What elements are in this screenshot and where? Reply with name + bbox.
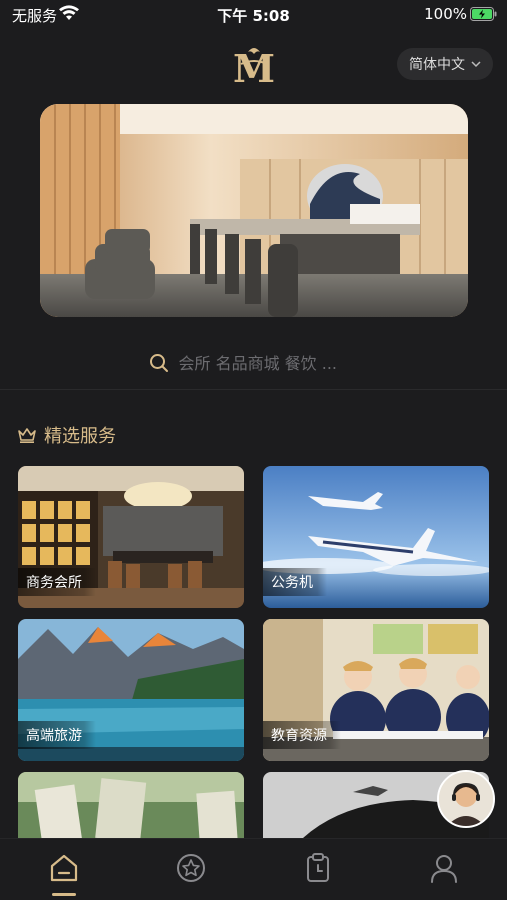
service-card-private-jet[interactable]: 公务机	[263, 466, 489, 608]
chevron-down-icon	[471, 61, 481, 68]
search-input[interactable]	[178, 353, 359, 373]
card-label: 教育资源	[263, 721, 341, 749]
status-bar: 无服务 下午 5:08 100%	[0, 0, 507, 30]
active-tab-indicator	[52, 893, 76, 896]
battery-percent: 100%	[424, 5, 467, 23]
tab-bar	[0, 838, 507, 900]
service-card-education[interactable]: 教育资源	[263, 619, 489, 761]
clipboard-icon[interactable]	[301, 851, 335, 885]
card-label: 商务会所	[18, 568, 96, 596]
language-label: 简体中文	[409, 57, 465, 73]
home-icon[interactable]	[47, 851, 81, 885]
header: M 简体中文	[0, 30, 507, 100]
hero-banner[interactable]	[40, 104, 468, 317]
customer-service-avatar[interactable]	[437, 770, 495, 828]
lounge-bar-image	[40, 104, 468, 317]
star-icon[interactable]	[174, 851, 208, 885]
battery-charging-icon	[470, 7, 497, 21]
language-selector[interactable]: 简体中文	[397, 48, 493, 80]
section-header: 精选服务	[18, 422, 116, 448]
divider	[0, 389, 507, 390]
service-card-finance[interactable]	[18, 772, 244, 838]
agent-avatar-image	[439, 772, 493, 826]
section-title: 精选服务	[44, 426, 116, 447]
brand-logo: M	[233, 46, 275, 88]
search-icon	[149, 354, 168, 372]
card-label: 高端旅游	[18, 721, 96, 749]
search-bar[interactable]	[0, 340, 507, 386]
currency-image	[18, 772, 244, 838]
service-card-luxury-travel[interactable]: 高端旅游	[18, 619, 244, 761]
card-label: 公务机	[263, 568, 327, 596]
service-card-business-club[interactable]: 商务会所	[18, 466, 244, 608]
crown-icon	[18, 428, 36, 443]
profile-icon[interactable]	[427, 851, 461, 885]
